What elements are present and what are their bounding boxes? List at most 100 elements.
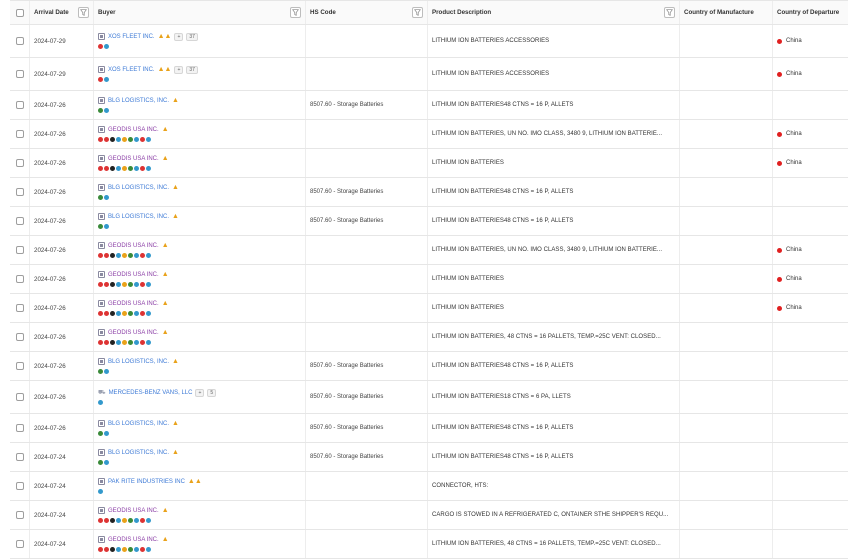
country-flag-icon [146,340,151,345]
table-row[interactable]: 2024-07-26 GEODIS USA INC. ▲ LITHIUM ION… [10,265,848,294]
select-all-checkbox[interactable] [15,8,24,17]
table-row[interactable]: 2024-07-26 GEODIS USA INC. ▲ LITHIUM ION… [10,120,848,149]
row-checkbox[interactable] [15,130,24,138]
buyer-tag-chip[interactable]: 5 [207,388,217,397]
filter-icon[interactable] [412,7,423,18]
buyer-tag-chip[interactable]: 37 [186,32,198,41]
buyer-link[interactable]: GEODIS USA INC. [108,508,159,514]
row-checkbox[interactable] [15,333,24,341]
arrival-date: 2024-07-26 [34,188,66,196]
row-checkbox[interactable] [15,362,24,370]
country-of-manufacture-cell [680,294,773,322]
buyer-link[interactable]: GEODIS USA INC. [108,243,159,249]
row-checkbox[interactable] [15,188,24,196]
row-select-cell [10,178,30,206]
buyer-country-flags [98,75,109,84]
header-hs-code[interactable]: HS Code [306,1,428,24]
buyer-tag-chip[interactable]: 37 [186,65,198,74]
table-row[interactable]: 2024-07-26 BLG LOGISTICS, INC. ▲ 8507.60… [10,91,848,120]
table-row[interactable]: 2024-07-26 BLG LOGISTICS, INC. ▲ 8507.60… [10,352,848,381]
table-row[interactable]: 2024-07-24 BLG LOGISTICS, INC. ▲ 8507.60… [10,443,848,472]
country-flag-icon [128,282,133,287]
row-checkbox[interactable] [15,482,24,490]
product-description: LITHIUM ION BATTERIES48 CTNS = 16 P, ALL… [432,102,574,108]
buyer-link[interactable]: BLG LOGISTICS, INC. [108,185,169,191]
table-row[interactable]: 2024-07-29 XOS FLEET INC. ▲▲ +37 LITHIUM… [10,58,848,91]
country-flag-icon [140,137,145,142]
buyer-link[interactable]: BLG LOGISTICS, INC. [108,421,169,427]
hs-code-cell [306,501,428,529]
table-row[interactable]: 2024-07-26 GEODIS USA INC. ▲ LITHIUM ION… [10,294,848,323]
buyer-link[interactable]: PAK RITE INDUSTRIES INC [108,479,185,485]
buyer-link[interactable]: BLG LOGISTICS, INC. [108,98,169,104]
header-arrival-date[interactable]: Arrival Date [30,1,94,24]
header-country-of-manufacture[interactable]: Country of Manufacture [680,1,773,24]
table-row[interactable]: 2024-07-26 GEODIS USA INC. ▲ LITHIUM ION… [10,323,848,352]
buyer-tag-chip[interactable]: + [174,65,184,74]
building-icon [98,155,105,162]
row-checkbox[interactable] [15,37,24,45]
buyer-line: GEODIS USA INC. ▲ [98,298,169,309]
buyer-link[interactable]: GEODIS USA INC. [108,537,159,543]
buyer-link[interactable]: MERCEDES-BENZ VANS, LLC [109,390,193,396]
buyer-tag-chip[interactable]: + [174,32,184,41]
table-row[interactable]: 2024-07-26 BLG LOGISTICS, INC. ▲ 8507.60… [10,414,848,443]
buyer-country-flags [98,398,103,407]
buyer-link[interactable]: BLG LOGISTICS, INC. [108,450,169,456]
table-row[interactable]: 2024-07-26 BLG LOGISTICS, INC. ▲ 8507.60… [10,207,848,236]
table-row[interactable]: 2024-07-29 XOS FLEET INC. ▲▲ +37 LITHIUM… [10,25,848,58]
buyer-link[interactable]: GEODIS USA INC. [108,156,159,162]
buyer-link[interactable]: XOS FLEET INC. [108,34,155,40]
row-checkbox[interactable] [15,159,24,167]
select-all-cell [10,1,30,24]
row-checkbox[interactable] [15,246,24,254]
warning-icon: ▲ [161,126,169,133]
filter-icon[interactable] [290,7,301,18]
row-checkbox[interactable] [15,304,24,312]
row-select-cell [10,501,30,529]
table-row[interactable]: 2024-07-26 GEODIS USA INC. ▲ LITHIUM ION… [10,149,848,178]
buyer-link[interactable]: GEODIS USA INC. [108,301,159,307]
table-row[interactable]: 2024-07-26 ⛟ MERCEDES-BENZ VANS, LLC +5 … [10,381,848,414]
buyer-link[interactable]: BLG LOGISTICS, INC. [108,214,169,220]
table-row[interactable]: 2024-07-26 GEODIS USA INC. ▲ LITHIUM ION… [10,236,848,265]
row-checkbox[interactable] [15,453,24,461]
country-of-manufacture-cell [680,58,773,90]
table-row[interactable]: 2024-07-24 PAK RITE INDUSTRIES INC ▲▲ CO… [10,472,848,501]
filter-icon[interactable] [78,7,89,18]
product-description: CONNECTOR, HTS: [432,483,489,489]
row-checkbox[interactable] [15,101,24,109]
filter-icon[interactable] [664,7,675,18]
header-product-description[interactable]: Product Description [428,1,680,24]
arrival-date: 2024-07-26 [34,246,66,254]
header-buyer[interactable]: Buyer [94,1,306,24]
row-checkbox[interactable] [15,511,24,519]
buyer-link[interactable]: GEODIS USA INC. [108,127,159,133]
departure-country: China [786,305,802,311]
departure-country: China [786,276,802,282]
buyer-link[interactable]: GEODIS USA INC. [108,272,159,278]
hs-code-cell [306,530,428,558]
country-flag-icon [116,518,121,523]
row-checkbox[interactable] [15,424,24,432]
country-of-departure-cell: China [773,236,848,264]
row-checkbox[interactable] [15,393,24,401]
country-of-departure-cell: China [773,120,848,148]
buyer-tag-chip[interactable]: + [195,388,205,397]
country-of-departure-cell: China [773,294,848,322]
country-of-manufacture-cell [680,323,773,351]
country-of-manufacture-cell [680,501,773,529]
buyer-cell: GEODIS USA INC. ▲ [94,120,306,148]
row-checkbox[interactable] [15,540,24,548]
buyer-link[interactable]: GEODIS USA INC. [108,330,159,336]
header-country-of-departure[interactable]: Country of Departure [773,1,848,24]
row-checkbox[interactable] [15,275,24,283]
table-row[interactable]: 2024-07-24 GEODIS USA INC. ▲ CARGO IS ST… [10,501,848,530]
row-checkbox[interactable] [15,217,24,225]
buyer-link[interactable]: XOS FLEET INC. [108,67,155,73]
buyer-cell: BLG LOGISTICS, INC. ▲ [94,178,306,206]
table-row[interactable]: 2024-07-26 BLG LOGISTICS, INC. ▲ 8507.60… [10,178,848,207]
table-row[interactable]: 2024-07-24 GEODIS USA INC. ▲ LITHIUM ION… [10,530,848,559]
buyer-link[interactable]: BLG LOGISTICS, INC. [108,359,169,365]
row-checkbox[interactable] [15,70,24,78]
